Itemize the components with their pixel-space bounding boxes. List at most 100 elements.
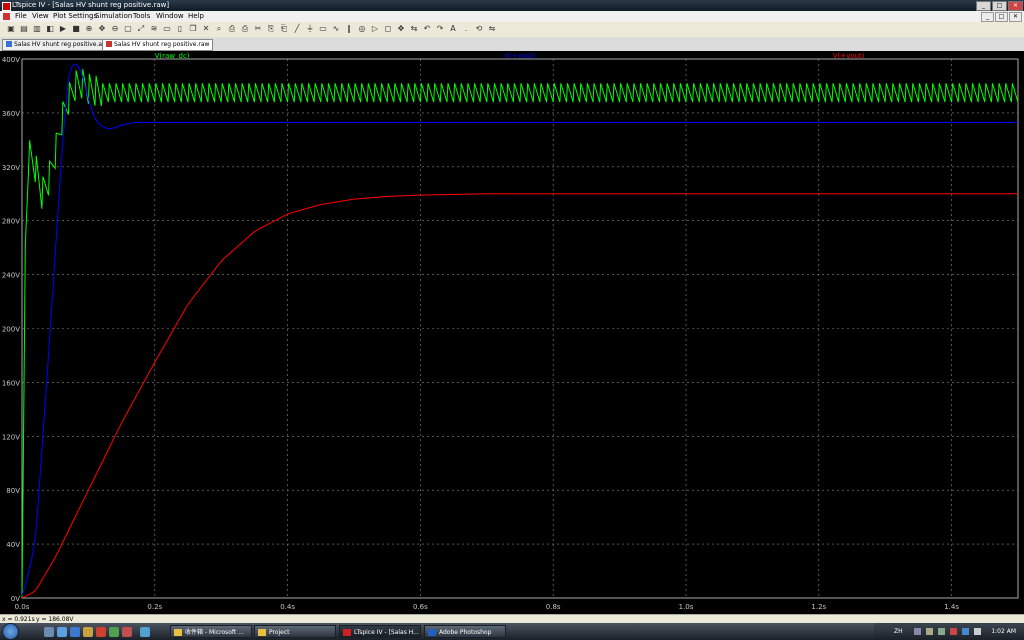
diode-icon[interactable]: ▷ — [370, 24, 380, 34]
close-icon[interactable]: ✕ — [201, 24, 211, 34]
cut-icon[interactable]: ✂ — [253, 24, 263, 34]
find-icon[interactable]: ⌕ — [214, 24, 224, 34]
x-tick-label: 0.8s — [546, 603, 561, 611]
taskbar: 收件箱 - Microsoft ... Project LTspice IV -… — [0, 623, 1024, 640]
title-bar: LTspice IV - [Salas HV shunt reg positiv… — [0, 0, 1024, 11]
switch-windows-icon[interactable] — [57, 627, 67, 637]
paste-icon[interactable]: ⎗ — [279, 24, 289, 34]
document-tabs: Salas HV shunt reg positive.asc Salas HV… — [0, 37, 1024, 52]
tray-icon[interactable] — [914, 628, 921, 635]
toolbar: ▣ ▤ ▥ ◧ ▶ ■ ⊕ ✥ ⊖ ▢ ⤢ ≋ ▭ ▯ ❐ ✕ ⌕ ⎙ ⎙ ✂ ⎘ ⎗ ╱ ⏚ ▭ ∿ ‖ ◎ ▷ ◻ ✥ ⇆ ↶ ↷ A. ⟲ ⇋ — [0, 22, 1024, 38]
quicklaunch-icon[interactable] — [140, 627, 150, 637]
task-ltspice[interactable]: LTspice IV - [Salas H... — [339, 625, 421, 638]
mdi-close-button[interactable]: ✕ — [1009, 12, 1022, 22]
autorange-icon[interactable]: ⤢ — [136, 24, 146, 34]
task-project[interactable]: Project — [254, 625, 336, 638]
window-title: LTspice IV - [Salas HV shunt reg positiv… — [12, 1, 170, 9]
drag-icon[interactable]: ⇆ — [409, 24, 419, 34]
quicklaunch-icon[interactable] — [109, 627, 119, 637]
zoom-pan-icon[interactable]: ✥ — [97, 24, 107, 34]
x-tick-label: 0.6s — [413, 603, 428, 611]
mdi-minimize-button[interactable]: _ — [981, 12, 994, 22]
menu-plot-settings[interactable]: Plot Settings — [53, 12, 97, 20]
rotate-icon[interactable]: ⟲ — [474, 24, 484, 34]
menu-file[interactable]: File — [15, 12, 27, 20]
undo-icon[interactable]: ↶ — [422, 24, 432, 34]
language-indicator[interactable]: ZH — [894, 628, 903, 635]
explorer-icon[interactable] — [83, 627, 93, 637]
outlook-icon — [174, 629, 182, 636]
zoom-fit-icon[interactable]: ▢ — [123, 24, 133, 34]
y-tick-label: 80V — [6, 487, 20, 495]
clock: 1:02 AM — [991, 628, 1016, 635]
new-schematic-icon[interactable]: ▣ — [6, 24, 16, 34]
text-icon[interactable]: A — [448, 24, 458, 34]
x-tick-label: 0.0s — [15, 603, 30, 611]
task-outlook[interactable]: 收件箱 - Microsoft ... — [170, 625, 252, 638]
x-tick-label: 0.2s — [147, 603, 162, 611]
task-photoshop[interactable]: Adobe Photoshop — [424, 625, 506, 638]
print-icon[interactable]: ⎙ — [240, 24, 250, 34]
zoom-in-icon[interactable]: ⊕ — [84, 24, 94, 34]
network-icon[interactable] — [962, 628, 969, 635]
menu-simulation[interactable]: Simulation — [95, 12, 132, 20]
menu-window[interactable]: Window — [156, 12, 184, 20]
minimize-button[interactable]: _ — [976, 1, 991, 11]
mirror-icon[interactable]: ⇋ — [487, 24, 497, 34]
cascade-icon[interactable]: ❐ — [188, 24, 198, 34]
y-tick-label: 320V — [2, 164, 20, 172]
inductor-icon[interactable]: ◎ — [357, 24, 367, 34]
tray-icon[interactable] — [938, 628, 945, 635]
legend-trace-raw-dc: V(raw_dc) — [155, 52, 190, 60]
ie-icon[interactable] — [70, 627, 80, 637]
copy-icon[interactable]: ⎘ — [266, 24, 276, 34]
y-tick-label: 40V — [6, 541, 20, 549]
mdi-restore-button[interactable]: □ — [995, 12, 1008, 22]
tab-waveform[interactable]: Salas HV shunt reg positive.raw — [102, 39, 214, 51]
show-desktop-icon[interactable] — [44, 627, 54, 637]
open-icon[interactable]: ▤ — [19, 24, 29, 34]
legend-trace-vout-red: V(+vout) — [833, 52, 865, 60]
start-button[interactable] — [2, 623, 19, 640]
move-icon[interactable]: ✥ — [396, 24, 406, 34]
menu-tools[interactable]: Tools — [133, 12, 150, 20]
tile-horizontal-icon[interactable]: ▭ — [162, 24, 172, 34]
waveform-plot[interactable]: 0.0s 0.2s 0.4s 0.6s 0.8s 1.0s 1.2s 1.4s 0V 40V 80V… — [0, 51, 1024, 614]
tab-schematic[interactable]: Salas HV shunt reg positive.asc — [2, 39, 113, 51]
close-window-button[interactable]: ✕ — [1008, 1, 1023, 11]
maximize-button[interactable]: □ — [992, 1, 1007, 11]
tile-vertical-icon[interactable]: ▯ — [175, 24, 185, 34]
quicklaunch-icon[interactable] — [122, 627, 132, 637]
ltspice-app-icon[interactable] — [2, 2, 11, 11]
tray-icon[interactable] — [926, 628, 933, 635]
wire-icon[interactable]: ╱ — [292, 24, 302, 34]
y-tick-label: 200V — [2, 326, 20, 334]
fft-icon[interactable]: ≋ — [149, 24, 159, 34]
zoom-out-icon[interactable]: ⊖ — [110, 24, 120, 34]
component-icon[interactable]: ◻ — [383, 24, 393, 34]
capacitor-icon[interactable]: ‖ — [344, 24, 354, 34]
menu-view[interactable]: View — [32, 12, 49, 20]
run-icon[interactable]: ▶ — [58, 24, 68, 34]
document-menu-icon[interactable] — [3, 13, 10, 20]
volume-icon[interactable] — [974, 628, 981, 635]
label-icon[interactable]: ▭ — [318, 24, 328, 34]
control-panel-icon[interactable]: ◧ — [45, 24, 55, 34]
tray-icon[interactable] — [950, 628, 957, 635]
waveform-icon — [106, 41, 112, 47]
ground-icon[interactable]: ⏚ — [305, 24, 315, 34]
y-tick-label: 400V — [2, 56, 20, 64]
redo-icon[interactable]: ↷ — [435, 24, 445, 34]
task-label: Project — [269, 629, 290, 636]
legend-trace-vout-blue: V(+vout) — [504, 52, 536, 60]
x-tick-label: 1.2s — [811, 603, 826, 611]
cursor-x-readout: x = 0.921s — [2, 616, 35, 623]
spice-directive-icon[interactable]: . — [461, 24, 471, 34]
menu-help[interactable]: Help — [188, 12, 204, 20]
print-setup-icon[interactable]: ⎙ — [227, 24, 237, 34]
resistor-icon[interactable]: ∿ — [331, 24, 341, 34]
task-label: Adobe Photoshop — [439, 629, 492, 636]
save-icon[interactable]: ▥ — [32, 24, 42, 34]
halt-icon[interactable]: ■ — [71, 24, 81, 34]
media-icon[interactable] — [96, 627, 106, 637]
